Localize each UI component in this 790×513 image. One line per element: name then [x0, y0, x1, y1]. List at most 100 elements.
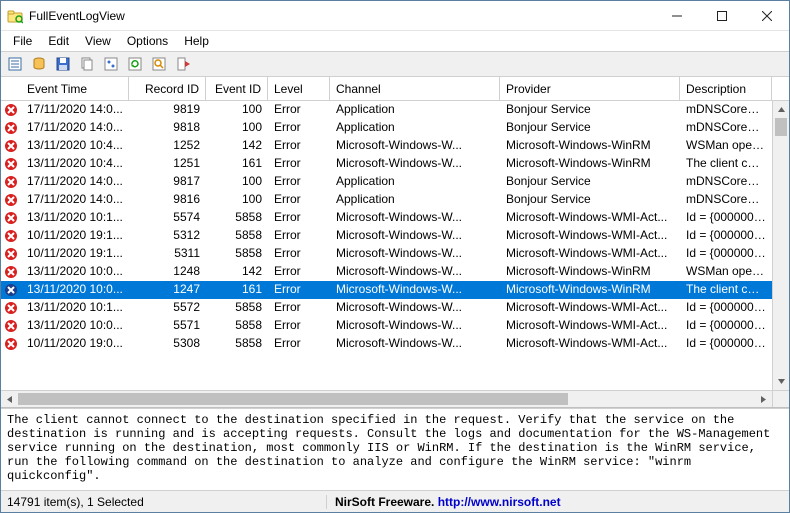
table-row[interactable]: 13/11/2020 10:4...1252142ErrorMicrosoft-… — [1, 137, 772, 155]
toolbar — [1, 51, 789, 77]
horizontal-scrollbar[interactable] — [1, 390, 789, 407]
menu-help[interactable]: Help — [176, 32, 217, 50]
cell-provider: Microsoft-Windows-WinRM — [500, 137, 680, 155]
scroll-track[interactable] — [773, 118, 789, 373]
toolbar-refresh-icon[interactable] — [125, 54, 145, 74]
cell-provider: Microsoft-Windows-WMI-Act... — [500, 227, 680, 245]
table-row[interactable]: 10/11/2020 19:1...53125858ErrorMicrosoft… — [1, 227, 772, 245]
cell-event-time: 10/11/2020 19:1... — [21, 227, 129, 245]
cell-event-id: 100 — [206, 191, 268, 209]
toolbar-exit-icon[interactable] — [173, 54, 193, 74]
app-icon — [7, 8, 23, 24]
cell-channel: Microsoft-Windows-W... — [330, 245, 500, 263]
col-event-id[interactable]: Event ID — [206, 77, 268, 100]
cell-description: mDNSCoreReceiveRe — [680, 191, 772, 209]
cell-provider: Microsoft-Windows-WinRM — [500, 281, 680, 299]
cell-event-id: 5858 — [206, 299, 268, 317]
minimize-button[interactable] — [654, 1, 699, 30]
menu-view[interactable]: View — [77, 32, 119, 50]
cell-event-id: 5858 — [206, 227, 268, 245]
toolbar-save-icon[interactable] — [53, 54, 73, 74]
toolbar-data-source-icon[interactable] — [29, 54, 49, 74]
cell-channel: Microsoft-Windows-W... — [330, 227, 500, 245]
cell-record-id: 9819 — [129, 101, 206, 119]
col-provider[interactable]: Provider — [500, 77, 680, 100]
cell-event-time: 13/11/2020 10:0... — [21, 317, 129, 335]
table-row[interactable]: 13/11/2020 10:0...1248142ErrorMicrosoft-… — [1, 263, 772, 281]
cell-level: Error — [268, 209, 330, 227]
menu-options[interactable]: Options — [119, 32, 176, 50]
cell-level: Error — [268, 281, 330, 299]
cell-channel: Application — [330, 173, 500, 191]
col-icon[interactable] — [1, 77, 21, 100]
cell-level: Error — [268, 263, 330, 281]
table-row[interactable]: 10/11/2020 19:0...53085858ErrorMicrosoft… — [1, 335, 772, 353]
col-record-id[interactable]: Record ID — [129, 77, 206, 100]
cell-level: Error — [268, 101, 330, 119]
status-link[interactable]: http://www.nirsoft.net — [438, 495, 561, 509]
maximize-button[interactable] — [699, 1, 744, 30]
cell-channel: Application — [330, 191, 500, 209]
menu-edit[interactable]: Edit — [40, 32, 77, 50]
table-row[interactable]: 13/11/2020 10:0...1247161ErrorMicrosoft-… — [1, 281, 772, 299]
close-button[interactable] — [744, 1, 789, 30]
table-row[interactable]: 17/11/2020 14:0...9817100ErrorApplicatio… — [1, 173, 772, 191]
cell-event-time: 17/11/2020 14:0... — [21, 191, 129, 209]
table-row[interactable]: 17/11/2020 14:0...9819100ErrorApplicatio… — [1, 101, 772, 119]
cell-event-id: 142 — [206, 263, 268, 281]
scroll-down-icon[interactable] — [773, 373, 789, 390]
cell-level: Error — [268, 119, 330, 137]
table-row[interactable]: 13/11/2020 10:1...55745858ErrorMicrosoft… — [1, 209, 772, 227]
vertical-scrollbar[interactable] — [772, 101, 789, 390]
error-icon — [1, 173, 21, 191]
cell-level: Error — [268, 299, 330, 317]
col-level[interactable]: Level — [268, 77, 330, 100]
cell-record-id: 1251 — [129, 155, 206, 173]
scroll-up-icon[interactable] — [773, 101, 789, 118]
toolbar-options-icon[interactable] — [101, 54, 121, 74]
hscroll-track[interactable] — [18, 391, 755, 407]
scroll-right-icon[interactable] — [755, 391, 772, 407]
cell-event-time: 13/11/2020 10:1... — [21, 209, 129, 227]
toolbar-find-icon[interactable] — [149, 54, 169, 74]
scroll-left-icon[interactable] — [1, 391, 18, 407]
table-row[interactable]: 13/11/2020 10:4...1251161ErrorMicrosoft-… — [1, 155, 772, 173]
error-icon — [1, 299, 21, 317]
hscroll-thumb[interactable] — [18, 393, 568, 405]
menubar: File Edit View Options Help — [1, 31, 789, 51]
scroll-thumb[interactable] — [775, 118, 787, 136]
cell-record-id: 5308 — [129, 335, 206, 353]
cell-event-time: 10/11/2020 19:0... — [21, 335, 129, 353]
col-scrollspace — [772, 77, 789, 100]
error-icon — [1, 317, 21, 335]
cell-provider: Microsoft-Windows-WMI-Act... — [500, 209, 680, 227]
scroll-corner — [772, 391, 789, 407]
status-count: 14791 item(s), 1 Selected — [7, 495, 327, 509]
col-description[interactable]: Description — [680, 77, 772, 100]
cell-event-time: 13/11/2020 10:4... — [21, 155, 129, 173]
statusbar: 14791 item(s), 1 Selected NirSoft Freewa… — [1, 490, 789, 512]
cell-description: Id = {00000000-0000- — [680, 335, 772, 353]
cell-record-id: 5571 — [129, 317, 206, 335]
cell-event-id: 161 — [206, 155, 268, 173]
window-title: FullEventLogView — [29, 9, 654, 23]
menu-file[interactable]: File — [5, 32, 40, 50]
cell-event-time: 17/11/2020 14:0... — [21, 101, 129, 119]
cell-level: Error — [268, 317, 330, 335]
cell-level: Error — [268, 137, 330, 155]
table-row[interactable]: 13/11/2020 10:0...55715858ErrorMicrosoft… — [1, 317, 772, 335]
table-row[interactable]: 10/11/2020 19:1...53115858ErrorMicrosoft… — [1, 245, 772, 263]
cell-channel: Microsoft-Windows-W... — [330, 137, 500, 155]
col-channel[interactable]: Channel — [330, 77, 500, 100]
table-row[interactable]: 13/11/2020 10:1...55725858ErrorMicrosoft… — [1, 299, 772, 317]
table-row[interactable]: 17/11/2020 14:0...9816100ErrorApplicatio… — [1, 191, 772, 209]
col-event-time[interactable]: Event Time — [21, 77, 129, 100]
toolbar-properties-icon[interactable] — [5, 54, 25, 74]
table-row[interactable]: 17/11/2020 14:0...9818100ErrorApplicatio… — [1, 119, 772, 137]
error-icon — [1, 335, 21, 353]
cell-record-id: 5574 — [129, 209, 206, 227]
toolbar-copy-icon[interactable] — [77, 54, 97, 74]
cell-description: mDNSCoreReceiveRe — [680, 173, 772, 191]
cell-description: mDNSCoreReceiveRe — [680, 119, 772, 137]
cell-record-id: 1248 — [129, 263, 206, 281]
